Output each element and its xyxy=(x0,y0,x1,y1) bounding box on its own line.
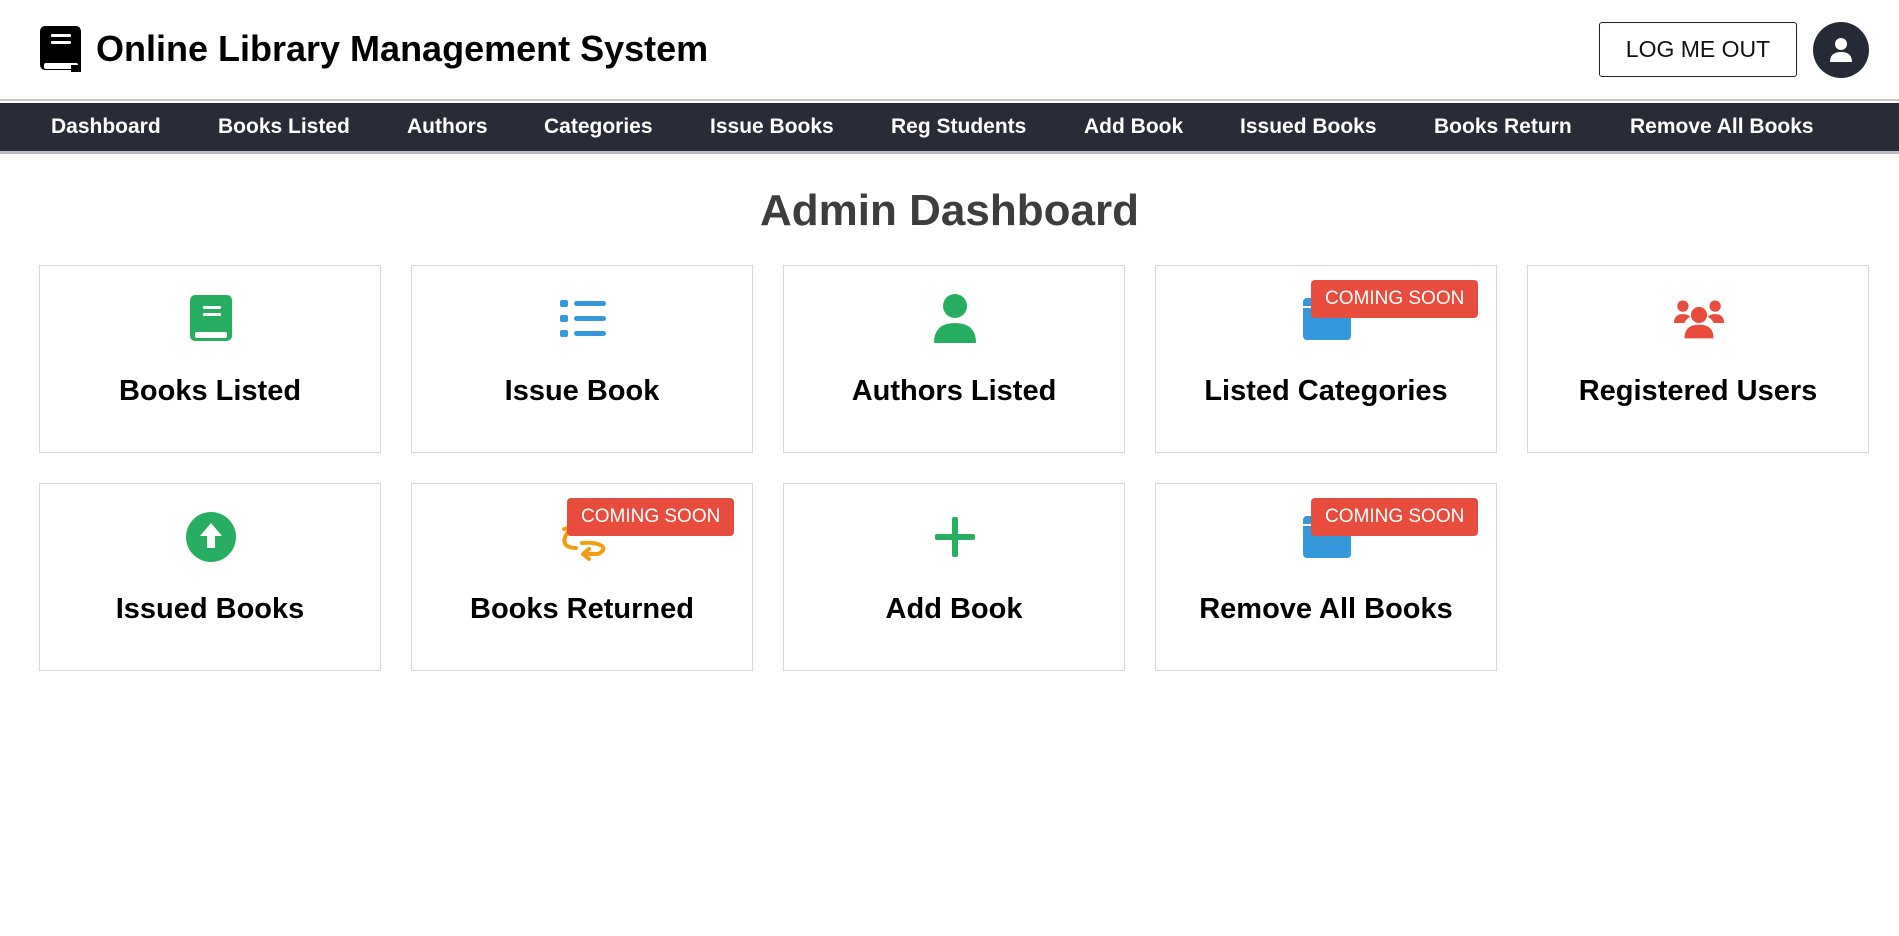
users-icon xyxy=(1674,294,1724,344)
card-label: Registered Users xyxy=(1578,375,1818,407)
app-header: Online Library Management System LOG ME … xyxy=(0,0,1899,101)
nav-issued-books[interactable]: Issued Books xyxy=(1240,103,1377,151)
card-label: Listed Categories xyxy=(1204,375,1448,407)
card-books-returned[interactable]: COMING SOON Books Returned xyxy=(411,483,753,671)
list-icon xyxy=(558,294,608,344)
plus-icon xyxy=(930,512,980,562)
nav-reg-students[interactable]: Reg Students xyxy=(891,103,1026,151)
avatar[interactable] xyxy=(1813,22,1869,78)
nav-authors[interactable]: Authors xyxy=(407,103,488,151)
card-authors-listed[interactable]: Authors Listed xyxy=(783,265,1125,453)
card-label: Add Book xyxy=(885,593,1023,625)
card-add-book[interactable]: Add Book xyxy=(783,483,1125,671)
coming-soon-badge: COMING SOON xyxy=(1311,280,1479,318)
card-issued-books[interactable]: Issued Books xyxy=(39,483,381,671)
book-icon xyxy=(186,294,236,344)
main-nav: Dashboard Books Listed Authors Categorie… xyxy=(0,103,1899,154)
card-label: Books Listed xyxy=(118,375,302,407)
nav-dashboard[interactable]: Dashboard xyxy=(51,103,161,151)
card-label: Remove All Books xyxy=(1199,593,1453,625)
nav-books-return[interactable]: Books Return xyxy=(1434,103,1572,151)
upload-circle-icon xyxy=(186,512,236,562)
nav-add-book[interactable]: Add Book xyxy=(1084,103,1183,151)
logout-button[interactable]: LOG ME OUT xyxy=(1599,22,1797,77)
card-label: Books Returned xyxy=(470,593,694,625)
coming-soon-badge: COMING SOON xyxy=(567,498,735,536)
card-issue-book[interactable]: Issue Book xyxy=(411,265,753,453)
nav-books-listed[interactable]: Books Listed xyxy=(218,103,350,151)
book-icon xyxy=(39,25,82,73)
nav-categories[interactable]: Categories xyxy=(544,103,653,151)
nav-issue-books[interactable]: Issue Books xyxy=(710,103,834,151)
nav-remove-all-books[interactable]: Remove All Books xyxy=(1630,103,1814,151)
card-label: Authors Listed xyxy=(851,375,1057,407)
card-books-listed[interactable]: Books Listed xyxy=(39,265,381,453)
user-icon xyxy=(1830,38,1852,62)
card-listed-categories[interactable]: COMING SOON Listed Categories xyxy=(1155,265,1497,453)
card-label: Issue Book xyxy=(504,375,660,407)
user-icon xyxy=(930,294,980,344)
card-label: Issued Books xyxy=(115,593,305,625)
page-title: Admin Dashboard xyxy=(760,186,1139,235)
card-registered-users[interactable]: Registered Users xyxy=(1527,265,1869,453)
card-remove-all-books[interactable]: COMING SOON Remove All Books xyxy=(1155,483,1497,671)
app-title: Online Library Management System xyxy=(96,28,709,69)
coming-soon-badge: COMING SOON xyxy=(1311,498,1479,536)
